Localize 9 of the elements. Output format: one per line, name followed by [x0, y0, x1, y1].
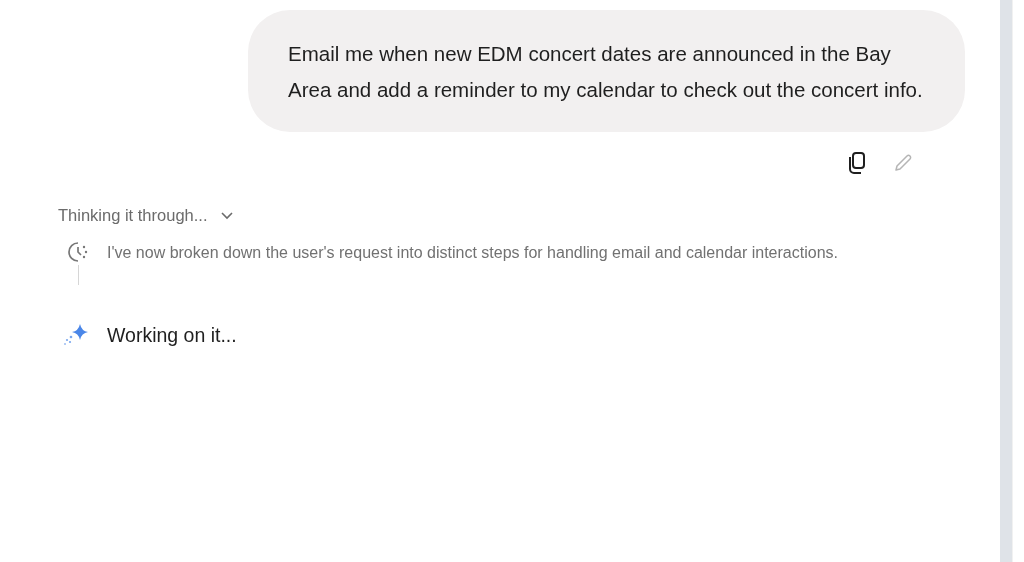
- expand-toggle[interactable]: [219, 210, 234, 221]
- thinking-label: Thinking it through...: [58, 206, 208, 225]
- status-text: Working on it...: [107, 323, 237, 347]
- copy-icon[interactable]: [848, 152, 866, 174]
- scrollbar[interactable]: [1000, 0, 1012, 562]
- thinking-step: I've now broken down the user's request into distinct steps for handling email and calendar interactions.: [107, 241, 850, 285]
- clock-icon: [67, 241, 89, 263]
- user-message: Email me when new EDM concert dates are announced in the Bay Area and add a reminder to my calendar to check out the concert info.: [248, 10, 965, 132]
- sparkle-icon: [63, 323, 89, 347]
